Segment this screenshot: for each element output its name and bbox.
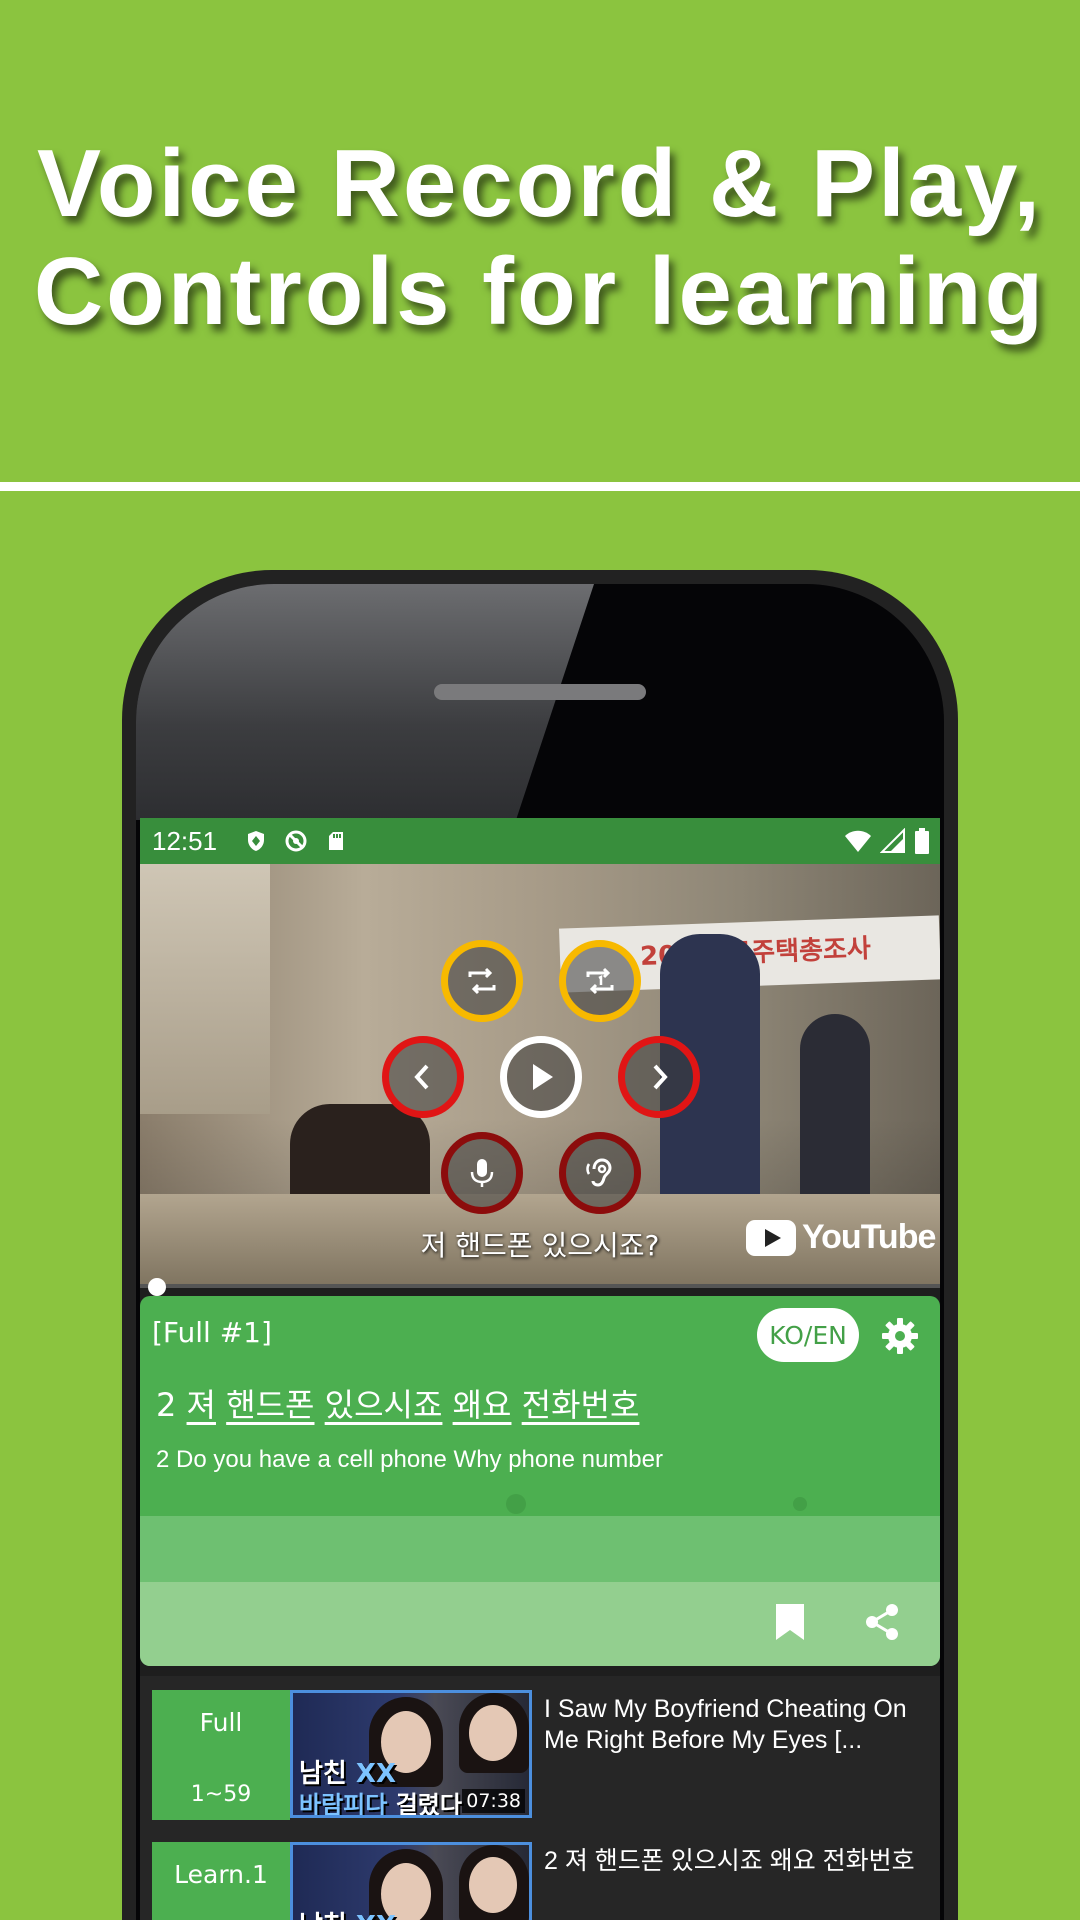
- list-item-tag: Learn.1: [152, 1842, 290, 1920]
- play-icon: [533, 1064, 553, 1090]
- record-button[interactable]: [441, 1132, 523, 1214]
- card-action-band: [140, 1582, 940, 1666]
- list-item-label: Learn.1: [174, 1860, 268, 1889]
- list-item-label: Full: [199, 1708, 243, 1737]
- language-toggle-button[interactable]: KO/EN: [757, 1308, 859, 1362]
- cell-signal-icon: [880, 828, 905, 853]
- hearing-icon: [586, 1158, 612, 1187]
- wifi-icon: [845, 830, 871, 852]
- app-screen: 12:51 200 인구주택총조사 저 핸드폰 있으시죠? YouTube [F…: [140, 818, 940, 1920]
- video-duration: 07:38: [462, 1789, 525, 1813]
- english-translation: 2 Do you have a cell phone Why phone num…: [156, 1446, 663, 1473]
- list-item-tag: Full 1~59: [152, 1690, 290, 1820]
- youtube-logo[interactable]: YouTube: [746, 1218, 936, 1257]
- divider: [0, 482, 1080, 491]
- video-scene-window: [140, 864, 270, 1114]
- korean-word[interactable]: 있으시죠: [325, 1386, 443, 1424]
- bookmark-icon[interactable]: [774, 1602, 806, 1642]
- headline-line-1: Voice Record & Play,: [36, 130, 1044, 237]
- battery-icon: [915, 828, 929, 854]
- previous-button[interactable]: [382, 1036, 464, 1118]
- shield-icon: [248, 831, 264, 851]
- next-icon: [653, 1064, 668, 1090]
- previous-icon: [414, 1064, 429, 1090]
- phone-speaker: [434, 684, 646, 700]
- korean-word[interactable]: 전화번호: [522, 1386, 640, 1424]
- thumbnail-caption-2: 바람피다 걸렸다: [299, 1791, 462, 1818]
- video-thumbnail[interactable]: 남친 XX 바람피다 걸렸다 07:38: [290, 1690, 532, 1818]
- gear-icon[interactable]: [880, 1316, 920, 1356]
- headline: Voice Record & Play, Controls for learni…: [0, 130, 1080, 346]
- sync-off-icon: [285, 830, 307, 852]
- video-thumbnail[interactable]: 남친 XX: [290, 1842, 532, 1920]
- video-progress-handle[interactable]: [148, 1278, 166, 1296]
- play-button[interactable]: [500, 1036, 582, 1118]
- repeat-icon: [468, 967, 496, 995]
- video-player[interactable]: 200 인구주택총조사 저 핸드폰 있으시죠? YouTube: [140, 864, 940, 1288]
- list-item-range: 1~59: [190, 1782, 252, 1807]
- list-item-title: I Saw My Boyfriend Cheating On Me Right …: [544, 1695, 907, 1754]
- status-right-icons: [844, 828, 930, 854]
- repeat-one-button[interactable]: [559, 940, 641, 1022]
- listen-recording-button[interactable]: [559, 1132, 641, 1214]
- video-progress-bar[interactable]: [140, 1284, 940, 1288]
- page-indicator-dot: [506, 1494, 526, 1514]
- status-time: 12:51: [152, 826, 218, 856]
- list-item-title: 2 져 핸드폰 있으시죠 왜요 전화번호: [544, 1847, 915, 1875]
- phone-glass-reflection: [136, 584, 594, 820]
- sentence-card: [Full #1] KO/EN 2 져 핸드폰 있으시죠 왜요 전화번호 2 D…: [140, 1296, 940, 1666]
- card-title: [Full #1]: [152, 1316, 272, 1349]
- next-button[interactable]: [618, 1036, 700, 1118]
- list-item[interactable]: Full 1~59 남친 XX 바람피다 걸렸다 07:38 I Saw My …: [152, 1690, 932, 1820]
- mic-icon: [470, 1159, 494, 1187]
- korean-sentence: 2 져 핸드폰 있으시죠 왜요 전화번호: [156, 1380, 639, 1426]
- youtube-wordmark: YouTube: [802, 1218, 936, 1256]
- page-indicator-dot: [793, 1497, 807, 1511]
- korean-word[interactable]: 져: [187, 1386, 216, 1424]
- thumbnail-figure: [469, 1705, 517, 1761]
- korean-word: 2: [156, 1386, 177, 1424]
- repeat-one-icon: [586, 967, 614, 995]
- card-middle-band: [140, 1516, 940, 1582]
- sd-card-icon: [329, 832, 343, 850]
- headline-line-2: Controls for learning: [33, 238, 1047, 345]
- thumbnail-figure: [469, 1857, 517, 1913]
- list-item[interactable]: Learn.1 남친 XX 2 져 핸드폰 있으시죠 왜요 전화번호: [152, 1842, 932, 1920]
- korean-word[interactable]: 왜요: [453, 1386, 512, 1424]
- status-bar: 12:51: [140, 818, 940, 864]
- share-icon[interactable]: [862, 1602, 902, 1642]
- korean-word[interactable]: 핸드폰: [226, 1386, 314, 1424]
- thumbnail-caption-1: 남친 XX: [299, 1905, 396, 1920]
- repeat-button[interactable]: [441, 940, 523, 1022]
- youtube-play-icon: [746, 1219, 796, 1256]
